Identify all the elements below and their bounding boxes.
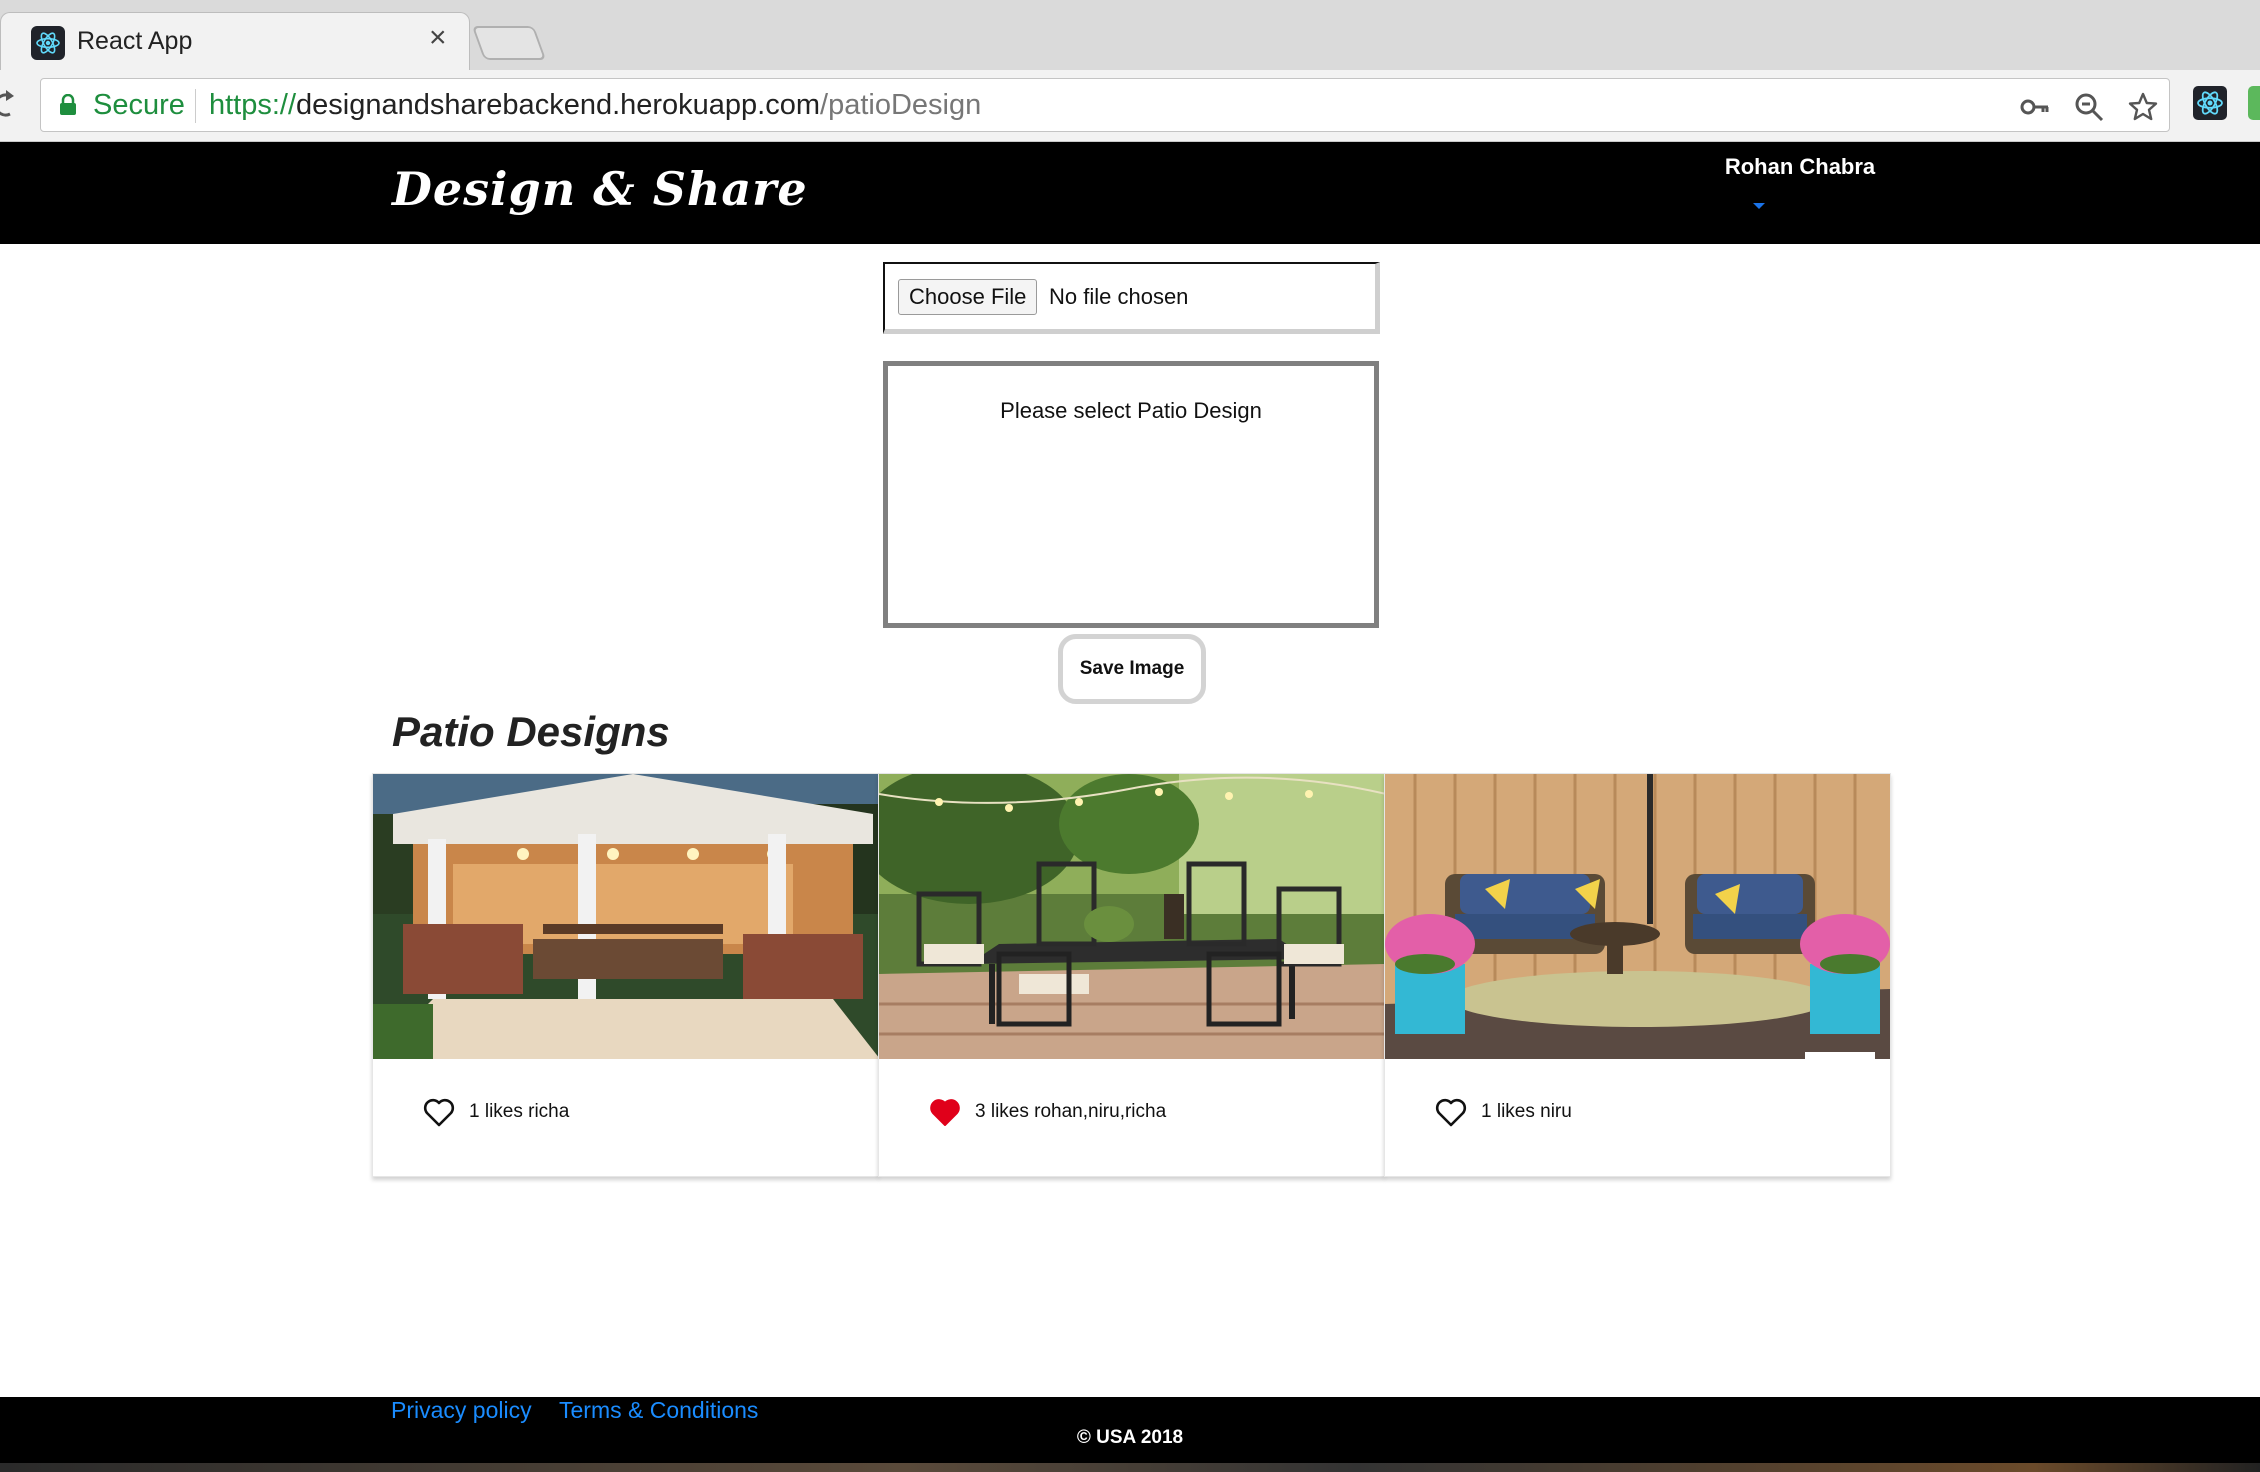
- heart-filled-icon[interactable]: [929, 1097, 961, 1127]
- like-row: 1 likes richa: [423, 1096, 569, 1128]
- url-host: designandsharebackend.herokuapp.com: [296, 89, 821, 121]
- tab-title: React App: [77, 27, 193, 55]
- brand-logo[interactable]: Design & Share: [392, 162, 808, 216]
- lock-icon: [59, 93, 77, 116]
- page-footer: Privacy policy Terms & Conditions © USA …: [0, 1397, 2260, 1472]
- design-image[interactable]: [1385, 774, 1890, 1059]
- new-tab-button[interactable]: [471, 26, 547, 60]
- save-image-button[interactable]: Save Image: [1058, 634, 1206, 704]
- likes-text: 1 likes richa: [469, 1101, 570, 1122]
- file-status-text: No file chosen: [1049, 284, 1189, 309]
- preview-placeholder-text: Please select Patio Design: [1000, 398, 1262, 423]
- reload-icon[interactable]: [0, 88, 16, 130]
- heart-outline-icon[interactable]: [1435, 1097, 1467, 1127]
- url-scheme: https://: [209, 89, 297, 121]
- footer-background-strip: [0, 1463, 2260, 1472]
- design-image[interactable]: [879, 774, 1384, 1059]
- app-navbar: Design & Share Rohan Chabra: [0, 142, 2260, 244]
- address-divider: [195, 89, 196, 123]
- star-icon[interactable]: [2127, 91, 2159, 123]
- zoom-icon[interactable]: [2073, 91, 2105, 123]
- design-card: 3 likes rohan,niru,richa: [878, 773, 1385, 1177]
- design-card: 1 likes richa: [372, 773, 879, 1177]
- privacy-policy-link[interactable]: Privacy policy: [391, 1397, 532, 1424]
- heart-outline-icon[interactable]: [423, 1097, 455, 1127]
- copyright-text: © USA 2018: [1076, 1427, 1184, 1448]
- like-row: 3 likes rohan,niru,richa: [929, 1096, 1166, 1128]
- browser-tab[interactable]: React App ×: [0, 12, 470, 70]
- likes-text: 3 likes rohan,niru,richa: [975, 1101, 1167, 1122]
- browser-tab-strip: React App ×: [0, 0, 2260, 70]
- tab-close-icon[interactable]: ×: [429, 23, 447, 53]
- extension-icon[interactable]: [2248, 86, 2260, 120]
- url-text[interactable]: https://designandsharebackend.herokuapp.…: [209, 89, 981, 122]
- design-card: 1 likes niru: [1384, 773, 1891, 1177]
- secure-label: Secure: [93, 89, 185, 121]
- file-upload-field: Choose File No file chosen: [883, 262, 1380, 334]
- user-menu-name[interactable]: Rohan Chabra: [1700, 154, 1900, 180]
- likes-text: 1 likes niru: [1481, 1101, 1572, 1122]
- key-icon[interactable]: [2019, 91, 2051, 123]
- like-row: 1 likes niru: [1435, 1096, 1572, 1128]
- design-image[interactable]: [373, 774, 878, 1059]
- react-favicon-icon: [31, 26, 65, 60]
- terms-link[interactable]: Terms & Conditions: [559, 1397, 758, 1424]
- url-path: /patioDesign: [820, 89, 982, 121]
- choose-file-button[interactable]: Choose File: [898, 279, 1038, 315]
- section-title: Patio Designs: [392, 708, 670, 755]
- react-devtools-icon[interactable]: [2193, 86, 2227, 120]
- chevron-down-icon[interactable]: [1753, 203, 1765, 209]
- image-preview-area: Please select Patio Design: [883, 361, 1379, 628]
- address-bar[interactable]: Secure https://designandsharebackend.her…: [40, 78, 2170, 132]
- browser-toolbar: Secure https://designandsharebackend.her…: [0, 70, 2260, 142]
